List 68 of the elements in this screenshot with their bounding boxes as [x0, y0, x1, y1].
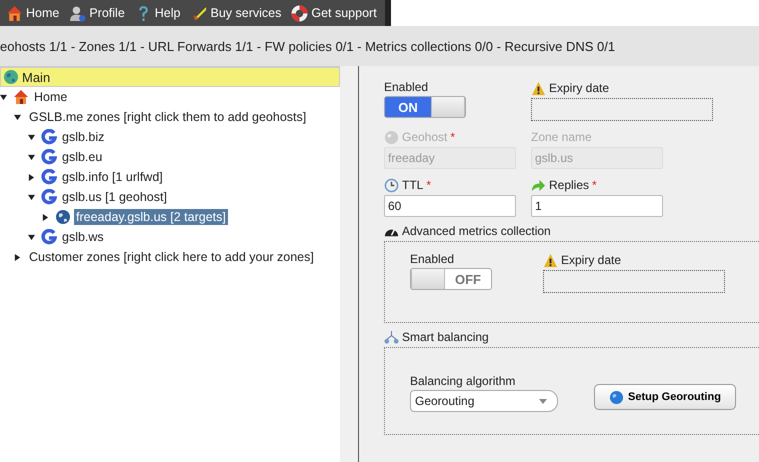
tree-item[interactable]: freeaday.gslb.us [2 targets] — [74, 209, 228, 225]
globe-icon — [55, 209, 71, 225]
globe-icon — [3, 69, 19, 85]
letter-g-icon — [41, 129, 57, 145]
field-label: Replies — [549, 178, 590, 192]
required-mark: * — [450, 130, 456, 144]
toolbar-button[interactable]: Get support — [289, 4, 379, 22]
section-title: Advanced metrics collection — [402, 224, 551, 238]
setup-georouting-button[interactable]: Setup Georouting — [594, 384, 736, 410]
expiry-date-field[interactable] — [543, 270, 725, 293]
expand-triangle-icon[interactable] — [14, 254, 21, 260]
field-label: Enabled — [410, 252, 456, 266]
expand-triangle-icon[interactable] — [28, 174, 35, 180]
text-field[interactable]: 60 — [384, 195, 516, 217]
warning-icon — [543, 252, 558, 268]
letter-g-icon — [41, 189, 57, 205]
clock-icon — [384, 178, 399, 192]
expiry-date-field[interactable] — [531, 98, 713, 121]
collapse-triangle-icon[interactable] — [28, 134, 35, 140]
required-mark: * — [426, 178, 432, 192]
globe-icon — [384, 130, 399, 144]
warning-icon — [531, 80, 546, 96]
field-label: Zone name — [531, 130, 592, 144]
hierarchy-icon — [384, 330, 399, 344]
summary-text: eohosts 1/1 - Zones 1/1 - URL Forwards 1/1 - FW policies 0/1 - Metrics collections 0/0 - Recursive DNS 0/1 — [0, 38, 616, 54]
tree-item[interactable]: gslb.info [1 urlfwd] — [60, 169, 165, 185]
field-label: Enabled — [384, 80, 430, 94]
expand-triangle-icon[interactable] — [42, 214, 49, 220]
toggle-switch[interactable]: OFF — [410, 268, 492, 290]
curved-arrow-icon — [531, 178, 546, 192]
rocket-icon — [190, 4, 208, 22]
lifebuoy-icon — [291, 4, 308, 22]
field-label: TTL — [402, 178, 424, 192]
collapse-triangle-icon[interactable] — [28, 194, 35, 200]
tree-item[interactable]: gslb.eu — [60, 149, 104, 165]
collapse-triangle-icon[interactable] — [14, 114, 21, 120]
toggle-switch[interactable]: ON — [384, 96, 466, 118]
required-mark: * — [592, 178, 597, 192]
globe-icon — [609, 390, 624, 404]
tree-item[interactable]: gslb.ws — [60, 229, 106, 245]
tree-item[interactable]: gslb.us [1 geohost] — [60, 189, 169, 205]
tree-item[interactable]: Customer zones [right click here to add your zones] — [27, 249, 316, 265]
tree-item[interactable]: GSLB.me zones [right click them to add geohosts] — [27, 109, 308, 125]
field-label: Geohost — [402, 130, 448, 144]
splitter-bar[interactable] — [340, 66, 359, 462]
letter-g-icon — [41, 169, 57, 185]
field-label: Expiry date — [549, 81, 610, 95]
text-field[interactable]: 1 — [531, 195, 663, 217]
field-label: Expiry date — [561, 253, 622, 267]
collapse-triangle-icon[interactable] — [28, 234, 35, 240]
letter-g-icon — [41, 229, 57, 245]
house-icon — [6, 4, 23, 22]
tree-item[interactable]: gslb.biz — [60, 129, 106, 145]
house-icon — [13, 89, 29, 105]
tree-item[interactable]: Home — [32, 89, 70, 105]
toolbar-button[interactable]: Profile — [67, 4, 127, 22]
letter-g-icon — [41, 149, 57, 165]
algorithm-dropdown[interactable]: Georouting — [410, 390, 558, 412]
section-title: Smart balancing — [402, 330, 489, 344]
toolbar-button[interactable]: Home — [4, 4, 62, 22]
collapse-triangle-icon[interactable] — [0, 94, 7, 100]
collapse-triangle-icon[interactable] — [28, 154, 35, 160]
caret-icon — [539, 398, 547, 404]
toolbar-button[interactable]: Help — [132, 4, 182, 22]
toolbar-button[interactable]: Buy services — [188, 4, 284, 22]
tree-header-title: Main — [22, 70, 50, 84]
user-icon — [69, 4, 86, 22]
field-label: Balancing algorithm — [410, 374, 516, 388]
